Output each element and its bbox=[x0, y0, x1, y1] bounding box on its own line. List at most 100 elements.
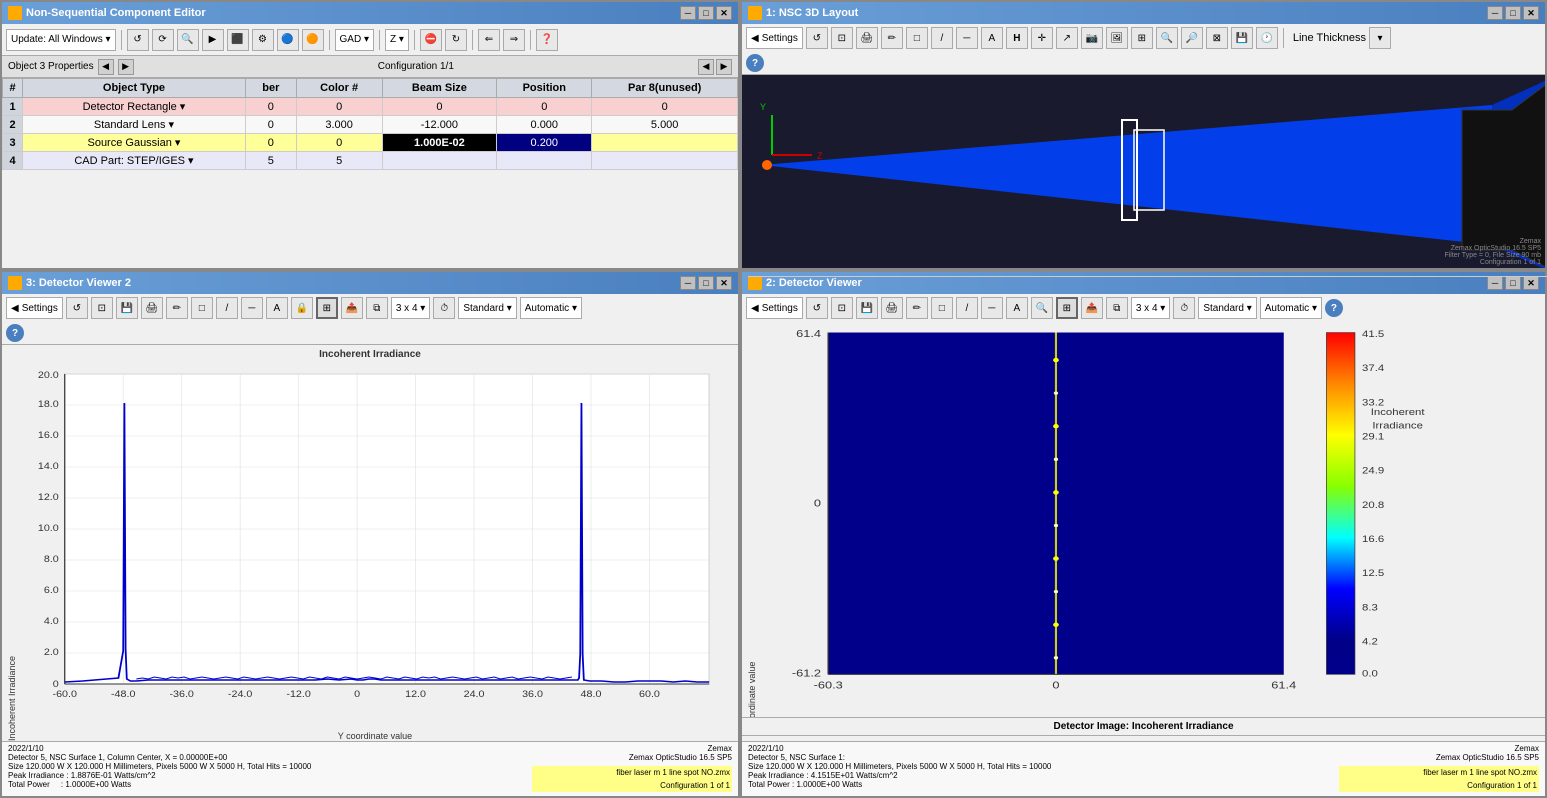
config-nav-left[interactable]: ◀ bbox=[698, 59, 714, 75]
row-1-beam[interactable]: 0 bbox=[382, 98, 497, 116]
det1-grid-btn[interactable]: ⊞ bbox=[1056, 297, 1078, 319]
layout-cross[interactable]: ✛ bbox=[1031, 27, 1053, 49]
det1-automatic[interactable]: Automatic ▾ bbox=[1260, 297, 1322, 319]
icon7-btn[interactable]: ↻ bbox=[445, 29, 467, 51]
layout-export[interactable]: 💾 bbox=[1231, 27, 1253, 49]
layout-minimize-btn[interactable]: ─ bbox=[1487, 6, 1503, 20]
subtitle-nav-left[interactable]: ◀ bbox=[98, 59, 114, 75]
layout-move[interactable]: ↗ bbox=[1056, 27, 1078, 49]
det1-export[interactable]: 📤 bbox=[1081, 297, 1103, 319]
row-2-beam[interactable]: -12.000 bbox=[382, 116, 497, 134]
det2-grid-btn[interactable]: ⊞ bbox=[316, 297, 338, 319]
arrow-back-btn[interactable]: ⇐ bbox=[478, 29, 500, 51]
maximize-btn[interactable]: □ bbox=[698, 6, 714, 20]
z-btn[interactable]: Z ▾ bbox=[385, 29, 409, 51]
row-1-color[interactable]: 0 bbox=[296, 98, 382, 116]
row-2-par8[interactable]: 5.000 bbox=[592, 116, 738, 134]
refresh2-btn[interactable]: ⟳ bbox=[152, 29, 174, 51]
layout-cam[interactable]: 📷 bbox=[1081, 27, 1103, 49]
layout-edit[interactable]: ✏ bbox=[881, 27, 903, 49]
close-btn[interactable]: ✕ bbox=[716, 6, 732, 20]
det1-rect[interactable]: □ bbox=[931, 297, 953, 319]
det1-edit[interactable]: ✏ bbox=[906, 297, 928, 319]
row-4-beam[interactable] bbox=[382, 152, 497, 170]
layout-zoom[interactable]: 🔍 bbox=[1156, 27, 1178, 49]
row-3-ber[interactable]: 0 bbox=[245, 134, 296, 152]
row-1-ber[interactable]: 0 bbox=[245, 98, 296, 116]
det2-export[interactable]: 📤 bbox=[341, 297, 363, 319]
row-1-type[interactable]: Detector Rectangle ▾ bbox=[23, 98, 246, 116]
det1-zoom[interactable]: 🔍 bbox=[1031, 297, 1053, 319]
row-1-par8[interactable]: 0 bbox=[592, 98, 738, 116]
det2-line[interactable]: / bbox=[216, 297, 238, 319]
det2-automatic[interactable]: Automatic ▾ bbox=[520, 297, 582, 319]
icon6-btn[interactable]: 🟠 bbox=[302, 29, 324, 51]
layout-help-btn[interactable]: ? bbox=[746, 54, 764, 72]
det1-refresh1[interactable]: ↺ bbox=[806, 297, 828, 319]
det2-refresh1[interactable]: ↺ bbox=[66, 297, 88, 319]
det2-maximize[interactable]: □ bbox=[698, 276, 714, 290]
det1-close[interactable]: ✕ bbox=[1523, 276, 1539, 290]
det1-layers[interactable]: ⧉ bbox=[1106, 297, 1128, 319]
icon2-btn[interactable]: ▶ bbox=[202, 29, 224, 51]
det2-3x4[interactable]: 3 x 4 ▾ bbox=[391, 297, 430, 319]
gad-btn[interactable]: GAD ▾ bbox=[335, 29, 374, 51]
icon4-btn[interactable]: ⚙ bbox=[252, 29, 274, 51]
det2-minimize[interactable]: ─ bbox=[680, 276, 696, 290]
row-4-ber[interactable]: 5 bbox=[245, 152, 296, 170]
row-2-color[interactable]: 3.000 bbox=[296, 116, 382, 134]
icon3-btn[interactable]: ⬛ bbox=[227, 29, 249, 51]
det1-settings-btn[interactable]: ◀ Settings bbox=[746, 297, 803, 319]
icon5-btn[interactable]: 🔵 bbox=[277, 29, 299, 51]
layout-zoomrect[interactable]: ⊠ bbox=[1206, 27, 1228, 49]
det2-standard[interactable]: Standard ▾ bbox=[458, 297, 516, 319]
layout-zoomin[interactable]: 🔎 bbox=[1181, 27, 1203, 49]
det1-maximize[interactable]: □ bbox=[1505, 276, 1521, 290]
layout-hline[interactable]: ─ bbox=[956, 27, 978, 49]
row-2-type[interactable]: Standard Lens ▾ bbox=[23, 116, 246, 134]
det1-3x4[interactable]: 3 x 4 ▾ bbox=[1131, 297, 1170, 319]
det2-copy[interactable]: ⊡ bbox=[91, 297, 113, 319]
layout-grid[interactable]: ⊞ bbox=[1131, 27, 1153, 49]
det1-line[interactable]: / bbox=[956, 297, 978, 319]
det2-hline[interactable]: ─ bbox=[241, 297, 263, 319]
det2-lock[interactable]: 🔒 bbox=[291, 297, 313, 319]
det2-text[interactable]: A bbox=[266, 297, 288, 319]
layout-settings-btn[interactable]: ◀ Settings bbox=[746, 27, 803, 49]
row-3-par8[interactable] bbox=[592, 134, 738, 152]
det2-layers[interactable]: ⧉ bbox=[366, 297, 388, 319]
line-thickness-dropdown[interactable]: ▾ bbox=[1369, 27, 1391, 49]
row-3-color[interactable]: 0 bbox=[296, 134, 382, 152]
det1-standard[interactable]: Standard ▾ bbox=[1198, 297, 1256, 319]
layout-text[interactable]: A bbox=[981, 27, 1003, 49]
row-3-beam[interactable]: 1.000E-02 bbox=[382, 134, 497, 152]
layout-textb[interactable]: H bbox=[1006, 27, 1028, 49]
row-4-type[interactable]: CAD Part: STEP/IGES ▾ bbox=[23, 152, 246, 170]
layout-maximize-btn[interactable]: □ bbox=[1505, 6, 1521, 20]
det2-help-btn[interactable]: ? bbox=[6, 324, 24, 342]
det2-settings-btn[interactable]: ◀ Settings bbox=[6, 297, 63, 319]
layout-line[interactable]: / bbox=[931, 27, 953, 49]
row-1-pos[interactable]: 0 bbox=[497, 98, 592, 116]
icon1-btn[interactable]: 🔍 bbox=[177, 29, 199, 51]
row-3-type[interactable]: Source Gaussian ▾ bbox=[23, 134, 246, 152]
det2-rect[interactable]: □ bbox=[191, 297, 213, 319]
layout-render[interactable]: 🖼 bbox=[1106, 27, 1128, 49]
row-4-color[interactable]: 5 bbox=[296, 152, 382, 170]
layout-refresh2[interactable]: ⊡ bbox=[831, 27, 853, 49]
layout-rect[interactable]: □ bbox=[906, 27, 928, 49]
arrow-fwd-btn[interactable]: ⇒ bbox=[503, 29, 525, 51]
config-nav-right[interactable]: ▶ bbox=[716, 59, 732, 75]
det1-text[interactable]: A bbox=[1006, 297, 1028, 319]
row-2-pos[interactable]: 0.000 bbox=[497, 116, 592, 134]
det1-clock[interactable]: ⏱ bbox=[1173, 297, 1195, 319]
row-3-pos[interactable]: 0.200 bbox=[497, 134, 592, 152]
det1-hline[interactable]: ─ bbox=[981, 297, 1003, 319]
subtitle-nav-right[interactable]: ▶ bbox=[118, 59, 134, 75]
det2-print[interactable]: 🖨 bbox=[141, 297, 163, 319]
det1-print[interactable]: 🖨 bbox=[881, 297, 903, 319]
minimize-btn[interactable]: ─ bbox=[680, 6, 696, 20]
layout-print[interactable]: 🖨 bbox=[856, 27, 878, 49]
det1-minimize[interactable]: ─ bbox=[1487, 276, 1503, 290]
refresh-btn[interactable]: ↺ bbox=[127, 29, 149, 51]
